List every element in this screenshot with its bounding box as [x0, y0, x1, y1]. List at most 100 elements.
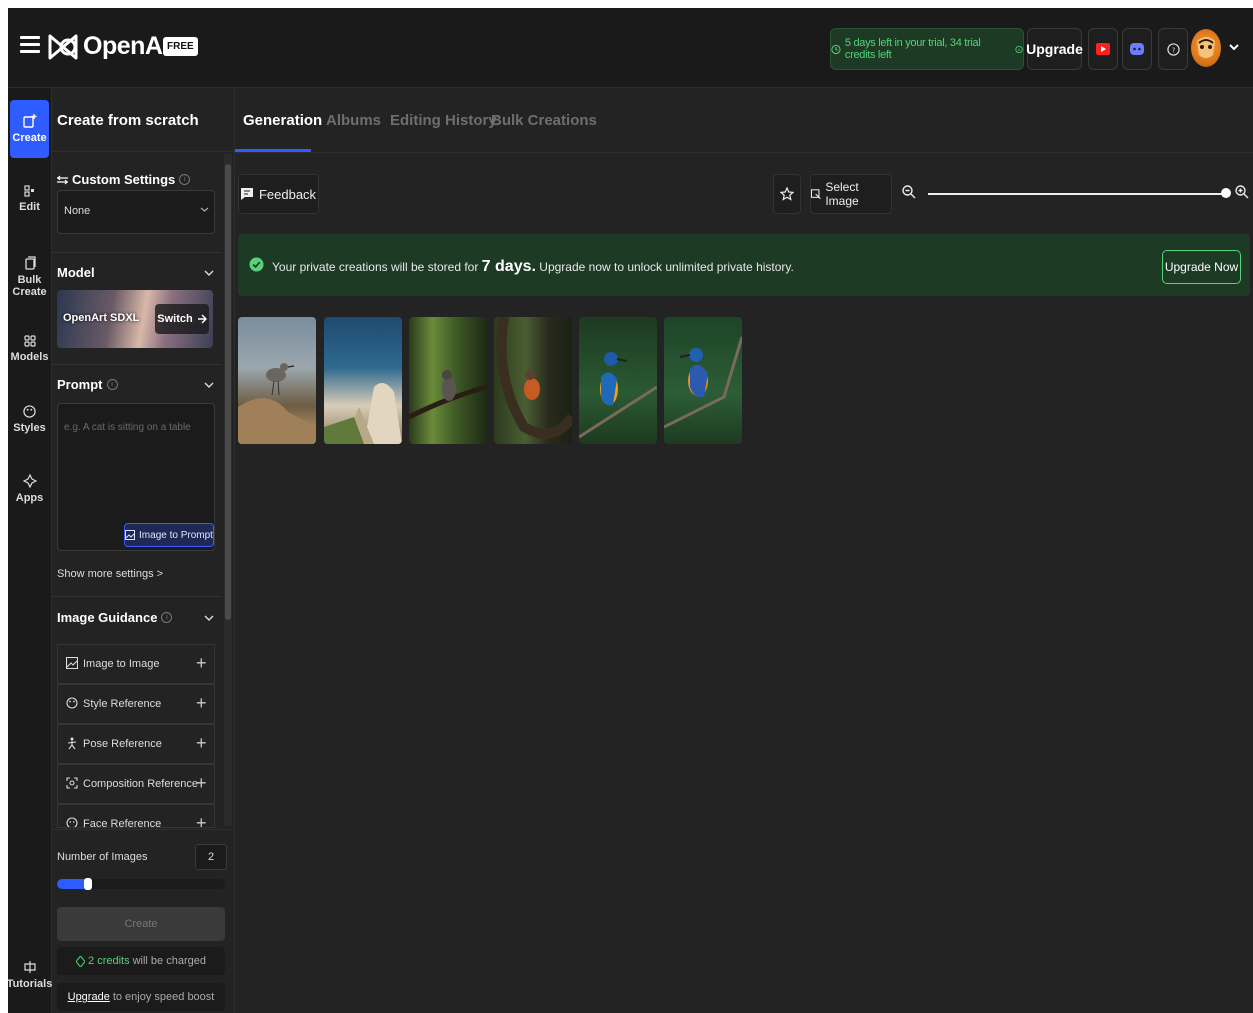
info-icon: i	[161, 612, 173, 623]
feedback-button[interactable]: Feedback	[238, 174, 319, 214]
slider-handle[interactable]	[84, 878, 92, 890]
rail-item-tutorials[interactable]: Tutorials	[8, 946, 53, 1004]
bulk-create-icon	[24, 256, 36, 270]
chevron-down-icon[interactable]	[204, 268, 214, 278]
rail-item-edit[interactable]: Edit	[10, 170, 49, 228]
upgrade-link[interactable]: Upgrade	[68, 991, 110, 1003]
youtube-button[interactable]	[1088, 28, 1118, 70]
upgrade-button[interactable]: Upgrade	[1026, 28, 1083, 70]
tab-albums[interactable]: Albums	[326, 112, 381, 129]
divider	[52, 364, 222, 365]
image-to-prompt-button[interactable]: Image to Prompt	[124, 523, 214, 547]
plus-icon[interactable]: +	[196, 813, 207, 827]
upgrade-now-button[interactable]: Upgrade Now	[1162, 250, 1241, 284]
rail-item-styles[interactable]: Styles	[10, 390, 49, 448]
plus-icon[interactable]: +	[196, 653, 207, 674]
model-name: OpenArt SDXL	[63, 312, 140, 324]
select-image-button[interactable]: Select Image	[810, 174, 892, 214]
generated-image[interactable]	[494, 317, 572, 444]
plan-badge: FREE	[163, 37, 198, 56]
tab-bulk-creations[interactable]: Bulk Creations	[491, 112, 597, 129]
app-window: OpenArt FREE 5 days left in your trial, …	[8, 8, 1253, 1013]
tab-generation[interactable]: Generation	[243, 112, 322, 129]
trial-status[interactable]: 5 days left in your trial, 34 trial cred…	[830, 28, 1024, 70]
help-button[interactable]: ?	[1158, 28, 1188, 70]
zoom-out-icon[interactable]	[902, 185, 916, 199]
kingfisher-image	[664, 336, 742, 429]
prompt-placeholder: e.g. A cat is sitting on a table	[64, 422, 191, 433]
image-icon	[66, 657, 78, 669]
guidance-image-to-image[interactable]: Image to Image +	[57, 644, 215, 684]
create-button[interactable]: Create	[57, 907, 225, 941]
clock-icon	[831, 44, 841, 54]
guidance-style-reference[interactable]: Style Reference +	[57, 684, 215, 724]
rail-label: Styles	[13, 421, 46, 434]
divider	[52, 252, 222, 253]
chevron-down-icon[interactable]	[204, 380, 214, 390]
star-icon	[780, 187, 794, 201]
guidance-pose-reference[interactable]: Pose Reference +	[57, 724, 215, 764]
user-avatar[interactable]	[1191, 29, 1221, 67]
help-icon: ?	[1166, 42, 1180, 56]
banner-message: Your private creations will be stored fo…	[272, 258, 794, 275]
edit-icon	[23, 185, 34, 197]
generate-footer: Number of Images 2 Create 2 credits will…	[52, 829, 234, 1013]
rail-item-create[interactable]: Create	[10, 100, 49, 158]
storage-notice-banner: Your private creations will be stored fo…	[238, 234, 1250, 296]
generated-image[interactable]	[324, 317, 402, 444]
show-more-settings-link[interactable]: Show more settings >	[57, 568, 163, 580]
tab-editing-history[interactable]: Editing History	[390, 112, 497, 129]
panel-title: Create from scratch	[57, 112, 199, 129]
credit-icon	[76, 955, 86, 967]
rail-label: Edit	[19, 201, 40, 213]
zoom-slider[interactable]	[928, 193, 1226, 195]
create-icon	[22, 114, 36, 128]
switch-model-button[interactable]: Switch	[155, 304, 209, 334]
plus-icon[interactable]: +	[196, 693, 207, 714]
prompt-input[interactable]: e.g. A cat is sitting on a table Image t…	[57, 403, 215, 551]
discord-icon	[1130, 43, 1144, 55]
custom-settings-select[interactable]: None	[57, 190, 215, 234]
rail-label: Tutorials	[8, 978, 53, 990]
rail-item-bulk-create[interactable]: Bulk Create	[10, 248, 49, 306]
openart-logo-icon	[48, 34, 78, 60]
composition-icon	[66, 777, 78, 789]
plus-icon[interactable]: +	[196, 733, 207, 754]
generated-image[interactable]	[409, 317, 487, 444]
kingfisher-image	[579, 352, 657, 439]
favorites-button[interactable]	[773, 174, 801, 214]
number-of-images-label: Number of Images	[57, 851, 148, 863]
arrow-right-icon	[197, 314, 207, 324]
zoom-slider-handle[interactable]	[1221, 188, 1231, 198]
select-value: None	[64, 205, 91, 217]
info-icon	[1015, 45, 1023, 53]
sliders-icon	[57, 175, 68, 184]
guidance-face-reference[interactable]: Face Reference +	[57, 804, 215, 828]
generated-image[interactable]	[238, 317, 316, 444]
number-of-images-input[interactable]: 2	[195, 844, 227, 870]
rail-item-apps[interactable]: Apps	[10, 460, 49, 518]
generated-image[interactable]	[579, 317, 657, 444]
chevron-down-icon[interactable]	[1227, 40, 1241, 54]
model-card[interactable]: OpenArt SDXL Switch	[57, 290, 213, 348]
chevron-down-icon[interactable]	[204, 613, 214, 623]
menu-icon[interactable]	[20, 36, 40, 54]
guidance-composition-reference[interactable]: Composition Reference +	[57, 764, 215, 804]
custom-settings-label: Custom Settings i	[57, 172, 191, 187]
models-icon	[23, 335, 36, 347]
bird-on-branch-image	[409, 370, 487, 420]
select-icon	[811, 188, 821, 199]
rail-label: Create	[12, 132, 47, 144]
credits-charge-info: 2 credits will be charged	[57, 947, 225, 975]
discord-button[interactable]	[1122, 28, 1152, 70]
scrollbar-thumb[interactable]	[225, 164, 231, 620]
rail-item-models[interactable]: Models	[10, 320, 49, 378]
pose-icon	[67, 737, 77, 750]
rail-label: Models	[10, 351, 49, 363]
generated-image[interactable]	[664, 317, 742, 444]
settings-panel: Create from scratch Custom Settings i No…	[52, 88, 235, 1013]
number-of-images-slider[interactable]	[57, 878, 225, 890]
svg-text:?: ?	[1171, 45, 1175, 54]
zoom-in-icon[interactable]	[1235, 185, 1249, 199]
plus-icon[interactable]: +	[196, 773, 207, 794]
